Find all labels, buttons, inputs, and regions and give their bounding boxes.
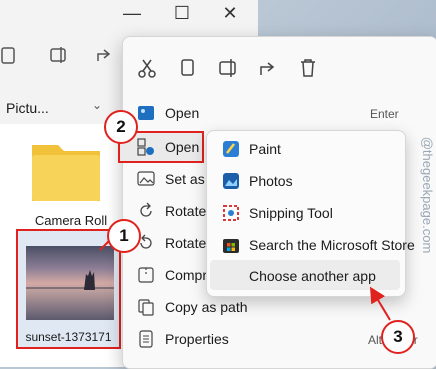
context-item-rotate-right[interactable]: Rotate: [165, 203, 206, 219]
callout-2: 2: [104, 110, 138, 144]
zip-icon: [138, 267, 154, 283]
context-item-compress[interactable]: Compr: [165, 267, 207, 283]
paint-icon: [223, 141, 239, 157]
share-icon[interactable]: [256, 56, 280, 80]
open-shortcut: Enter: [370, 107, 399, 121]
scissors-icon[interactable]: [135, 56, 159, 80]
image-thumbnail[interactable]: [26, 246, 114, 320]
file-label: sunset-1373171: [25, 330, 112, 344]
watermark: @thegeekpage.com: [420, 137, 433, 254]
submenu-item-snipping-tool[interactable]: Snipping Tool: [249, 205, 333, 221]
svg-text:@thegeekpage.com: @thegeekpage.com: [420, 137, 433, 254]
copy-icon[interactable]: [175, 56, 199, 80]
photos-icon: [223, 173, 239, 189]
properties-icon: [139, 330, 153, 348]
breadcrumb-label: Pictu...: [6, 100, 49, 116]
submenu-item-photos[interactable]: Photos: [249, 173, 293, 189]
callout-1: 1: [107, 219, 141, 253]
folder-label: Camera Roll: [34, 213, 108, 228]
context-item-rotate-left[interactable]: Rotate: [165, 235, 206, 251]
submenu-item-choose-another-app[interactable]: Choose another app: [249, 268, 376, 284]
share-icon[interactable]: [94, 44, 116, 66]
close-button[interactable]: ✕: [216, 2, 244, 24]
callout-3: 3: [381, 320, 415, 354]
photos-app-icon: [138, 106, 154, 120]
maximize-button[interactable]: ☐: [168, 2, 196, 24]
rename-icon[interactable]: [48, 44, 70, 66]
delete-icon[interactable]: [296, 56, 320, 80]
folder-icon[interactable]: [30, 135, 102, 203]
context-item-properties[interactable]: Properties: [165, 331, 229, 347]
context-item-open[interactable]: Open: [165, 105, 199, 121]
context-item-open-with[interactable]: Open: [165, 139, 199, 155]
context-item-copy-as-path[interactable]: Copy as path: [165, 299, 248, 315]
submenu-item-search-store[interactable]: Search the Microsoft Store: [249, 237, 415, 253]
microsoft-store-icon: [223, 239, 239, 253]
minimize-button[interactable]: —: [118, 2, 146, 24]
wallpaper-icon: [137, 171, 155, 186]
open-with-icon: [137, 138, 154, 156]
submenu-item-paint[interactable]: Paint: [249, 141, 281, 157]
snipping-tool-icon: [223, 205, 239, 221]
paste-icon[interactable]: [0, 44, 22, 66]
rename-icon[interactable]: [216, 56, 240, 80]
copy-path-icon: [138, 299, 154, 316]
rotate-right-icon: [140, 202, 152, 217]
chevron-down-icon[interactable]: ⌄: [92, 98, 102, 112]
context-item-set-as[interactable]: Set as: [165, 171, 205, 187]
